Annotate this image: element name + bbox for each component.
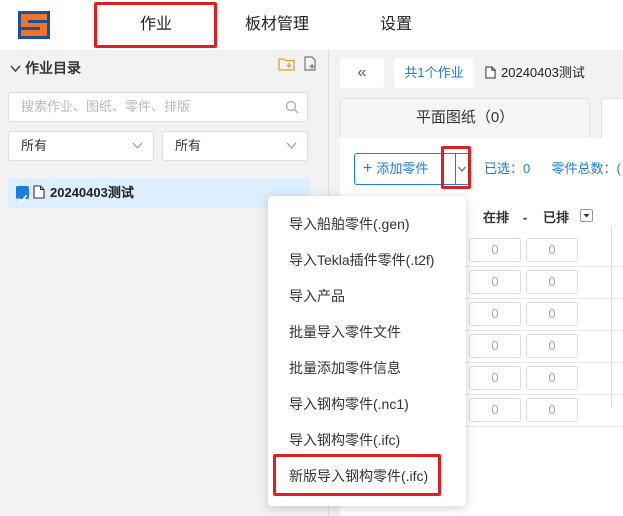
filter-dropdown-icon[interactable] — [580, 209, 593, 222]
nesting-count-input[interactable]: 0 — [469, 302, 521, 326]
nested-count-input[interactable]: 0 — [526, 270, 578, 294]
job-directory-header[interactable]: 作业目录 — [10, 58, 81, 78]
chevron-down-icon[interactable] — [10, 62, 21, 76]
parts-stats: 已选：0 零件总数：( — [484, 153, 621, 185]
chevron-down-icon — [286, 142, 297, 149]
menu-item-import-steel-parts-nc1[interactable]: 导入钢构零件(.nc1) — [289, 392, 409, 416]
highlight-box-new-import-ifc — [273, 454, 441, 496]
nested-count-input[interactable]: 0 — [526, 334, 578, 358]
document-icon — [33, 185, 45, 199]
highlight-box-dropdown-arrow — [441, 146, 471, 189]
tree-item-label: 20240403测试 — [50, 185, 134, 200]
nesting-count-input[interactable]: 0 — [469, 366, 521, 390]
tab-next[interactable] — [601, 98, 623, 138]
job-directory-title: 作业目录 — [25, 60, 81, 76]
nesting-count-input[interactable]: 0 — [469, 238, 521, 262]
search-icon[interactable] — [285, 100, 299, 114]
filter-select-2-value: 所有 — [175, 138, 202, 153]
checkbox-checked[interactable] — [16, 186, 29, 203]
nav-tab-settings[interactable]: 设置 — [366, 0, 426, 50]
current-job-breadcrumb: 20240403测试 — [485, 58, 585, 88]
menu-item-import-tekla-parts[interactable]: 导入Tekla插件零件(.t2f) — [289, 248, 434, 272]
filter-select-2[interactable]: 所有 — [162, 131, 308, 161]
plus-icon: + — [363, 160, 373, 177]
menu-item-batch-import-part-files[interactable]: 批量导入零件文件 — [289, 320, 401, 344]
nav-tab-sheet-management[interactable]: 板材管理 — [232, 0, 322, 50]
top-bar: 作业 板材管理 设置 — [0, 0, 623, 50]
tab-flat-drawings[interactable]: 平面图纸（0） — [340, 98, 590, 138]
add-parts-label: 添加零件 — [376, 161, 429, 176]
new-file-icon[interactable] — [303, 56, 318, 71]
nesting-count-input[interactable]: 0 — [469, 270, 521, 294]
nesting-count-input[interactable]: 0 — [469, 334, 521, 358]
nested-count-input[interactable]: 0 — [526, 398, 578, 422]
menu-item-import-product[interactable]: 导入产品 — [289, 284, 345, 308]
current-job-name: 20240403测试 — [501, 65, 585, 80]
menu-item-import-ship-parts[interactable]: 导入船舶零件(.gen) — [289, 212, 410, 236]
nested-count-input[interactable]: 0 — [526, 302, 578, 326]
new-folder-icon[interactable] — [277, 56, 295, 71]
selected-count: 已选：0 — [484, 161, 531, 176]
app-logo-icon — [18, 11, 50, 39]
directory-actions — [277, 56, 318, 76]
job-count-button[interactable]: 共1个作业 — [394, 58, 474, 88]
column-header-nested: 已排 — [543, 210, 570, 225]
collapse-sidebar-button[interactable]: « — [340, 58, 384, 88]
menu-item-import-steel-parts-ifc[interactable]: 导入钢构零件(.ifc) — [289, 428, 400, 452]
nested-count-input[interactable]: 0 — [526, 366, 578, 390]
column-header-nesting: 在排 — [483, 210, 510, 225]
nesting-count-input[interactable]: 0 — [469, 398, 521, 422]
search-placeholder: 搜索作业、图纸、零件、排版 — [21, 99, 191, 114]
highlight-box-jobs-tab — [94, 2, 217, 48]
nested-count-input[interactable]: 0 — [526, 238, 578, 262]
document-icon — [485, 66, 496, 79]
tree-item-job[interactable]: 20240403测试 — [8, 178, 310, 208]
column-header-separator: - — [523, 210, 528, 225]
search-input[interactable]: 搜索作业、图纸、零件、排版 — [8, 92, 308, 122]
menu-item-batch-add-part-info[interactable]: 批量添加零件信息 — [289, 356, 401, 380]
total-parts-count: 零件总数：( — [551, 161, 621, 176]
filter-select-1-value: 所有 — [21, 138, 48, 153]
filter-select-1[interactable]: 所有 — [8, 131, 154, 161]
chevron-down-icon — [132, 142, 143, 149]
